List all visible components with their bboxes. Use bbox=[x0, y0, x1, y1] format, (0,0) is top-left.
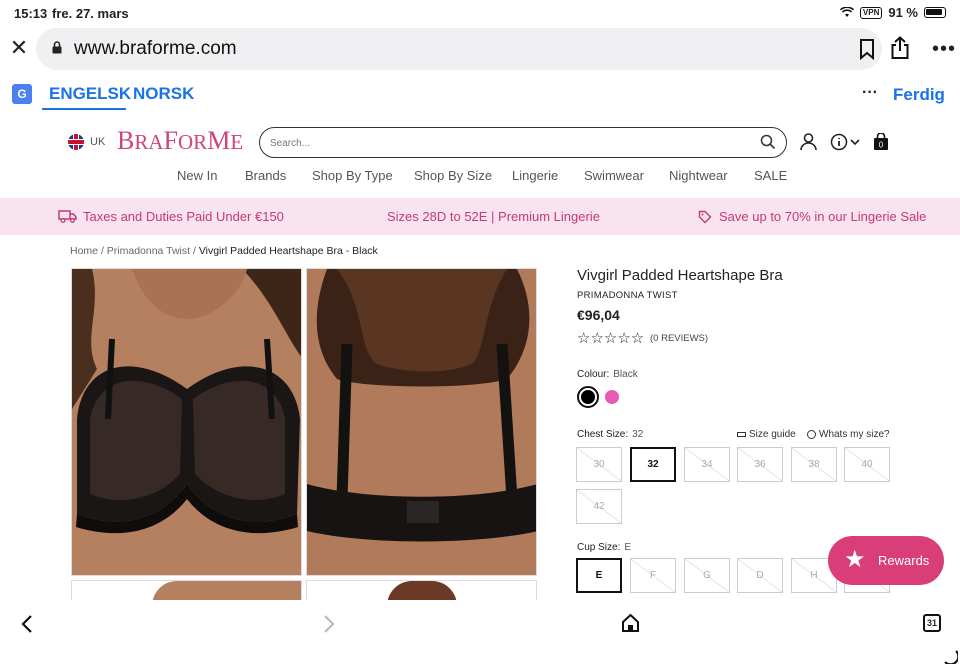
nav-brands[interactable]: Brands bbox=[245, 168, 286, 183]
cup-label-text: Cup Size: bbox=[577, 542, 621, 553]
whats-my-size-text[interactable]: Whats my size? bbox=[819, 429, 890, 440]
size-guide-link[interactable]: Size guide bbox=[737, 429, 796, 440]
chest-size-label: Chest Size: 32 bbox=[577, 429, 643, 440]
search-input[interactable] bbox=[270, 134, 740, 152]
product-image-back[interactable] bbox=[306, 268, 537, 576]
nav-shop-by-size[interactable]: Shop By Size bbox=[414, 168, 492, 183]
vpn-badge: VPN bbox=[859, 6, 883, 19]
size-guide-text[interactable]: Size guide bbox=[749, 429, 796, 440]
breadcrumb-brand[interactable]: Primadonna Twist bbox=[107, 245, 190, 257]
battery-icon bbox=[924, 7, 946, 18]
promo-bar: Taxes and Duties Paid Under €150 Sizes 2… bbox=[0, 198, 960, 235]
swatch-black[interactable] bbox=[577, 386, 599, 408]
cup-size-f[interactable]: F bbox=[630, 558, 676, 593]
ruler-icon bbox=[737, 431, 746, 437]
swatch-pink[interactable] bbox=[605, 390, 619, 404]
chest-size-38[interactable]: 38 bbox=[791, 447, 837, 482]
more-options-icon[interactable]: ••• bbox=[932, 38, 956, 61]
share-icon[interactable] bbox=[890, 36, 910, 60]
star-icon: ★ bbox=[844, 546, 866, 573]
info-currency-icon[interactable] bbox=[830, 133, 862, 151]
chest-size-42[interactable]: 42 bbox=[576, 489, 622, 524]
colour-label: Colour: Black bbox=[577, 369, 638, 380]
nav-swimwear[interactable]: Swimwear bbox=[584, 168, 644, 183]
forward-icon[interactable] bbox=[322, 614, 336, 634]
google-translate-icon: G bbox=[12, 84, 32, 104]
cup-size-label: Cup Size: E bbox=[577, 542, 631, 553]
promo-sizes[interactable]: Sizes 28D to 52E | Premium Lingerie bbox=[387, 209, 600, 224]
breadcrumb: Home / Primadonna Twist / Vivgirl Padded… bbox=[70, 245, 378, 257]
back-icon[interactable] bbox=[20, 614, 34, 634]
rating-stars[interactable]: ☆☆☆☆☆ bbox=[577, 329, 644, 347]
cup-size-e[interactable]: E bbox=[576, 558, 622, 593]
rewards-button[interactable]: ★ Rewards bbox=[828, 536, 944, 585]
nav-lingerie[interactable]: Lingerie bbox=[512, 168, 558, 183]
cup-size-d[interactable]: D bbox=[737, 558, 783, 593]
nav-sale[interactable]: SALE bbox=[754, 168, 787, 183]
whats-my-size-link[interactable]: Whats my size? bbox=[807, 429, 890, 440]
search-icon[interactable] bbox=[760, 134, 776, 150]
promo-duties[interactable]: Taxes and Duties Paid Under €150 bbox=[83, 209, 284, 224]
chest-size-value: 32 bbox=[632, 429, 644, 440]
review-count[interactable]: (0 REVIEWS) bbox=[650, 333, 708, 344]
account-icon[interactable] bbox=[800, 133, 817, 151]
cup-size-value: E bbox=[624, 542, 632, 553]
wifi-icon bbox=[839, 7, 854, 17]
chest-size-36[interactable]: 36 bbox=[737, 447, 783, 482]
lang-norwegian[interactable]: NORSK bbox=[133, 84, 194, 104]
lang-english[interactable]: ENGELSK bbox=[49, 84, 131, 104]
chest-size-30[interactable]: 30 bbox=[576, 447, 622, 482]
chest-size-40[interactable]: 40 bbox=[844, 447, 890, 482]
address-bar[interactable]: www.braforme.com bbox=[36, 28, 882, 70]
front-photo bbox=[72, 269, 301, 575]
chest-size-32[interactable]: 32 bbox=[630, 447, 676, 482]
site-logo[interactable]: BRAFORME bbox=[117, 126, 243, 156]
tag-icon bbox=[698, 210, 712, 224]
loading-spinner-icon bbox=[944, 650, 958, 664]
url-text[interactable]: www.braforme.com bbox=[74, 38, 237, 60]
bookmark-icon[interactable] bbox=[858, 38, 876, 60]
browser-toolbar: 31 bbox=[0, 600, 960, 667]
status-bar: 15:13 fre. 27. mars VPN 91 % bbox=[0, 0, 960, 26]
nav-shop-by-type[interactable]: Shop By Type bbox=[312, 168, 393, 183]
lock-icon bbox=[52, 41, 62, 54]
battery-percent: 91 % bbox=[888, 5, 918, 20]
product-price: €96,04 bbox=[577, 307, 620, 323]
nav-new-in[interactable]: New In bbox=[177, 168, 217, 183]
region-label[interactable]: UK bbox=[90, 136, 105, 148]
product-image-front[interactable] bbox=[71, 268, 302, 576]
chest-size-34[interactable]: 34 bbox=[684, 447, 730, 482]
done-button[interactable]: Ferdig bbox=[893, 85, 945, 105]
nav-nightwear[interactable]: Nightwear bbox=[669, 168, 728, 183]
svg-text:0: 0 bbox=[879, 141, 884, 150]
active-lang-indicator bbox=[42, 108, 126, 110]
promo-sale[interactable]: Save up to 70% in our Lingerie Sale bbox=[719, 209, 926, 224]
breadcrumb-home[interactable]: Home bbox=[70, 245, 98, 257]
bag-icon[interactable]: 0 bbox=[873, 133, 889, 151]
cup-size-g[interactable]: G bbox=[684, 558, 730, 593]
chest-label-text: Chest Size: bbox=[577, 429, 629, 440]
colour-label-text: Colour: bbox=[577, 369, 610, 380]
swatch-black-fill bbox=[581, 390, 595, 404]
search-bar[interactable] bbox=[259, 127, 787, 158]
breadcrumb-separator: / bbox=[192, 245, 196, 257]
back-photo bbox=[307, 269, 536, 575]
uk-flag-icon[interactable] bbox=[68, 134, 84, 150]
translate-options-icon[interactable]: ··· bbox=[862, 84, 878, 102]
home-icon[interactable] bbox=[621, 613, 640, 633]
status-date: fre. 27. mars bbox=[52, 6, 129, 21]
product-title: Vivgirl Padded Heartshape Bra bbox=[577, 267, 783, 284]
status-time: 15:13 bbox=[14, 6, 48, 21]
close-tab-button[interactable]: ✕ bbox=[8, 36, 30, 60]
breadcrumb-current: Vivgirl Padded Heartshape Bra - Black bbox=[198, 245, 378, 257]
colour-value: Black bbox=[613, 369, 638, 380]
help-icon bbox=[807, 429, 816, 439]
tabs-count-button[interactable]: 31 bbox=[923, 614, 941, 632]
rewards-label[interactable]: Rewards bbox=[878, 553, 929, 568]
breadcrumb-separator: / bbox=[100, 245, 104, 257]
truck-icon bbox=[58, 210, 77, 223]
product-brand[interactable]: PRIMADONNA TWIST bbox=[577, 290, 678, 301]
